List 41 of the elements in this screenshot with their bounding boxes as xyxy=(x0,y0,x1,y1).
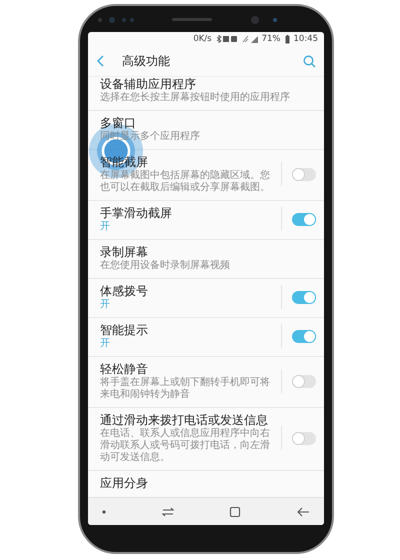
settings-item[interactable]: 手掌滑动截屏 开 xyxy=(88,200,324,240)
item-description: 在电话、联系人或信息应用程序中向右滑动联系人或号码可拨打电话，向左滑动可发送信息。 xyxy=(100,428,271,464)
signal-icon xyxy=(242,35,258,44)
item-title: 智能提示 xyxy=(100,322,149,338)
settings-item[interactable]: 智能提示 开 xyxy=(88,318,324,357)
settings-item[interactable]: 轻松静音 将手盖在屏幕上或朝下翻转手机即可将来电和闹钟转为静音 xyxy=(88,356,324,408)
item-status: 开 xyxy=(100,298,111,311)
item-status: 开 xyxy=(100,338,111,350)
toggle-switch[interactable] xyxy=(292,212,316,226)
recents-icon[interactable] xyxy=(160,506,175,517)
item-title: 多窗口 xyxy=(100,116,137,130)
item-title: 通过滑动来拨打电话或发送信息 xyxy=(100,412,269,428)
item-description: 在您使用设备时录制屏幕视频 xyxy=(100,260,231,272)
home-icon[interactable] xyxy=(229,506,242,518)
toggle-switch[interactable] xyxy=(292,374,316,388)
item-status: 开 xyxy=(100,220,111,233)
search-icon[interactable] xyxy=(303,54,316,68)
item-title: 手掌滑动截屏 xyxy=(100,206,173,221)
settings-item[interactable]: 体感拨号 开 xyxy=(88,278,324,318)
battery-icon xyxy=(284,34,290,44)
item-description: 将手盖在屏幕上或朝下翻转手机即可将来电和闹钟转为静音 xyxy=(100,376,271,401)
toggle-switch[interactable] xyxy=(292,168,316,181)
network-speed: 0K/s xyxy=(193,33,212,46)
status-icons xyxy=(216,35,238,44)
screen-title: 高级功能 xyxy=(122,53,171,70)
toggle-switch[interactable] xyxy=(292,432,316,445)
item-title: 应用分身 xyxy=(100,476,149,491)
clock: 10:45 xyxy=(294,33,318,46)
settings-item[interactable]: 录制屏幕 在您使用设备时录制屏幕视频 xyxy=(88,240,324,279)
battery-level: 71% xyxy=(262,33,280,46)
item-title: 录制屏幕 xyxy=(100,244,149,260)
settings-item[interactable]: 通过滑动来拨打电话或发送信息 在电话、联系人或信息应用程序中向右滑动联系人或号码可拨打电话，向左滑动可发送信息。 xyxy=(88,408,324,471)
toggle-switch[interactable] xyxy=(292,330,316,343)
item-title: 轻松静音 xyxy=(100,362,149,376)
item-title: 设备辅助应用程序 xyxy=(100,76,197,92)
dot-icon[interactable] xyxy=(102,510,106,514)
item-title: 体感拨号 xyxy=(100,284,149,299)
back-icon[interactable] xyxy=(296,506,310,517)
toggle-switch[interactable] xyxy=(292,290,316,304)
settings-item[interactable]: 设备辅助应用程序 选择在您长按主屏幕按钮时使用的应用程序 xyxy=(88,76,324,111)
item-description: 选择在您长按主屏幕按钮时使用的应用程序 xyxy=(100,92,291,104)
